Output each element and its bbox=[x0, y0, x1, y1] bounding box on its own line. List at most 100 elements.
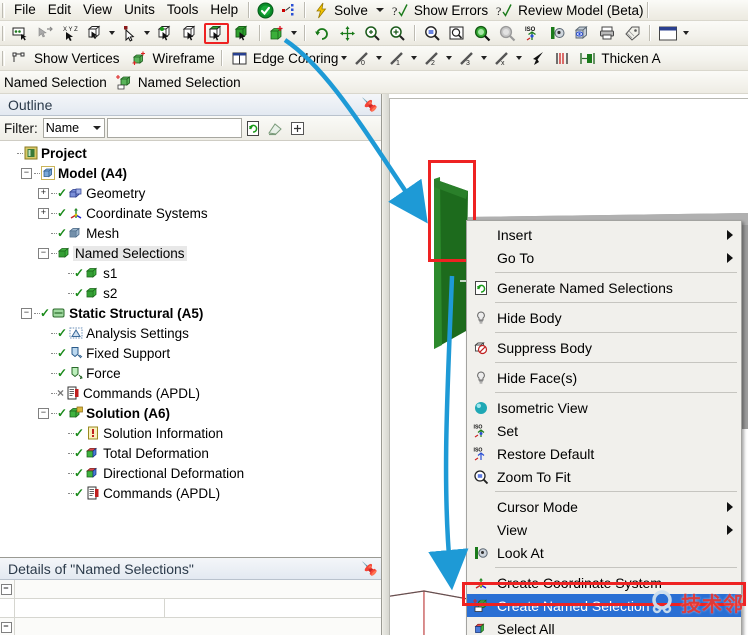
view-cube-icon[interactable] bbox=[571, 23, 594, 44]
context-menu-item-select-all[interactable]: Select All bbox=[467, 617, 741, 635]
show-vertices-icon[interactable] bbox=[9, 48, 32, 69]
details-property-row[interactable] bbox=[0, 599, 381, 618]
edge-coloring-dropdown-icon[interactable] bbox=[341, 56, 348, 60]
edge-thickness-0-icon[interactable]: 0 bbox=[351, 48, 374, 69]
window-color-dropdown-icon[interactable] bbox=[683, 31, 689, 35]
zoom-in-icon[interactable] bbox=[386, 23, 409, 44]
menu-file[interactable]: File bbox=[8, 1, 42, 20]
context-menu[interactable]: Insert Go To Generate Named Selections Hi… bbox=[466, 220, 742, 635]
context-menu-item-go-to[interactable]: Go To bbox=[467, 246, 741, 269]
zoom-region-icon[interactable] bbox=[446, 23, 469, 44]
details-property-value[interactable] bbox=[165, 599, 381, 617]
menu-view[interactable]: View bbox=[77, 1, 118, 20]
menu-units[interactable]: Units bbox=[118, 1, 161, 20]
tree-item-model-a4[interactable]: − Model (A4) bbox=[0, 163, 381, 183]
tree-item-project[interactable]: Project bbox=[0, 143, 381, 163]
edge-thickness-3-icon[interactable]: 3 bbox=[456, 48, 479, 69]
edge-coloring-label[interactable]: Edge Coloring bbox=[252, 51, 341, 66]
context-menu-item-restore-default[interactable]: ISO Restore Default bbox=[467, 442, 741, 465]
pan-icon[interactable] bbox=[336, 23, 359, 44]
tree-item-s2[interactable]: ✓ s2 bbox=[0, 283, 381, 303]
question-check-icon[interactable]: ? bbox=[390, 0, 411, 21]
solve-dropdown-icon[interactable] bbox=[375, 8, 384, 12]
collapse-toggle-icon[interactable]: − bbox=[0, 580, 15, 598]
edge-2-dropdown-icon[interactable] bbox=[446, 56, 453, 60]
iso-view-icon[interactable]: ISO bbox=[521, 23, 544, 44]
toolbar1-grip[interactable] bbox=[2, 25, 5, 41]
named-selection-label[interactable]: Named Selection bbox=[137, 75, 243, 90]
details-group-row[interactable]: − bbox=[0, 618, 381, 635]
select-face-icon[interactable] bbox=[204, 22, 229, 44]
collapse-toggle-icon[interactable]: − bbox=[21, 307, 32, 319]
wireframe-icon[interactable] bbox=[128, 48, 151, 69]
menu-edit[interactable]: Edit bbox=[42, 1, 77, 20]
context-menu-item-generate-named-selections[interactable]: Generate Named Selections bbox=[467, 276, 741, 299]
tree-item-named-selections[interactable]: − Named Selections bbox=[0, 243, 381, 263]
review-model-label[interactable]: Review Model (Beta) bbox=[516, 3, 643, 18]
select-cursor-icon[interactable] bbox=[119, 23, 142, 44]
print-icon[interactable] bbox=[596, 23, 619, 44]
filter-type-select[interactable]: Name bbox=[42, 118, 105, 138]
expand-toggle-icon[interactable]: + bbox=[38, 207, 49, 219]
select-arrow-grey-icon[interactable] bbox=[34, 23, 57, 44]
select-rectangle-icon[interactable] bbox=[9, 23, 32, 44]
expand-icon[interactable] bbox=[288, 118, 308, 138]
filter-search-input[interactable] bbox=[106, 118, 242, 138]
context-menu-item-create-named-selection[interactable]: Create Named Selection bbox=[467, 594, 741, 617]
extend-dropdown-icon[interactable] bbox=[291, 31, 297, 35]
thicken-annotation-icon[interactable] bbox=[576, 48, 599, 69]
tree-item-static-structural-a5[interactable]: − ✓ Static Structural (A5) bbox=[0, 303, 381, 323]
menu-tools[interactable]: Tools bbox=[161, 1, 205, 20]
context-menu-item-suppress-body[interactable]: Suppress Body bbox=[467, 336, 741, 359]
edge-thickness-x-icon[interactable]: x bbox=[491, 48, 514, 69]
undo-icon[interactable] bbox=[311, 23, 334, 44]
context-menu-item-cursor-mode[interactable]: Cursor Mode bbox=[467, 495, 741, 518]
refresh-icon[interactable] bbox=[244, 118, 264, 138]
tree-item-solution-a6[interactable]: − ✓ Solution (A6) bbox=[0, 403, 381, 423]
label-icon[interactable] bbox=[621, 23, 644, 44]
show-errors-label[interactable]: Show Errors bbox=[412, 3, 488, 18]
lightning-icon[interactable] bbox=[311, 0, 332, 21]
thickness-mode-icon[interactable] bbox=[551, 48, 574, 69]
magnifier-grey-icon[interactable] bbox=[496, 23, 519, 44]
solve-label[interactable]: Solve bbox=[333, 3, 371, 18]
arrow-pointer-icon[interactable] bbox=[526, 48, 549, 69]
tree-item-mesh[interactable]: ✓ Mesh bbox=[0, 223, 381, 243]
tree-item-total-deformation[interactable]: ✓ Total Deformation bbox=[0, 443, 381, 463]
select-cursor-dropdown-icon[interactable] bbox=[144, 31, 150, 35]
select-box-dropdown-icon[interactable] bbox=[109, 31, 115, 35]
edge-3-dropdown-icon[interactable] bbox=[481, 56, 488, 60]
show-vertices-label[interactable]: Show Vertices bbox=[33, 51, 122, 66]
pin-icon[interactable]: 📌 bbox=[362, 96, 377, 112]
collapse-toggle-icon[interactable]: − bbox=[38, 247, 49, 259]
look-at-icon[interactable] bbox=[546, 23, 569, 44]
edge-x-dropdown-icon[interactable] bbox=[516, 56, 523, 60]
context-menu-item-isometric-view[interactable]: Isometric View bbox=[467, 396, 741, 419]
edge-0-dropdown-icon[interactable] bbox=[376, 56, 383, 60]
select-edge-icon[interactable] bbox=[179, 23, 202, 44]
tree-item-geometry[interactable]: + ✓ Geometry bbox=[0, 183, 381, 203]
context-menu-item-hide-face-s[interactable]: Hide Face(s) bbox=[467, 366, 741, 389]
zoom-fit-icon[interactable] bbox=[421, 23, 444, 44]
tree-item-coordinate-systems[interactable]: + ✓ Coordinate Systems bbox=[0, 203, 381, 223]
toolbar2-grip[interactable] bbox=[2, 50, 5, 66]
select-body-icon[interactable] bbox=[231, 23, 254, 44]
clear-icon[interactable] bbox=[266, 118, 286, 138]
edge-1-dropdown-icon[interactable] bbox=[411, 56, 418, 60]
tree-item-directional-deformation[interactable]: ✓ Directional Deformation bbox=[0, 463, 381, 483]
select-xyz-icon[interactable]: X Y Z bbox=[59, 23, 82, 44]
context-menu-item-insert[interactable]: Insert bbox=[467, 223, 741, 246]
collapse-toggle-icon[interactable]: − bbox=[21, 167, 32, 179]
select-box-icon[interactable] bbox=[84, 23, 107, 44]
extend-selection-icon[interactable] bbox=[266, 23, 289, 44]
details-pin-icon[interactable]: 📌 bbox=[362, 560, 377, 576]
window-color-icon[interactable] bbox=[656, 23, 681, 44]
tree-item-solution-information[interactable]: ✓ Solution Information bbox=[0, 423, 381, 443]
edge-coloring-icon[interactable] bbox=[228, 48, 251, 69]
menubar-grip[interactable] bbox=[2, 2, 5, 18]
green-check-icon[interactable] bbox=[255, 0, 276, 21]
wireframe-label[interactable]: Wireframe bbox=[152, 51, 217, 66]
tree-item-force[interactable]: ✓ Force bbox=[0, 363, 381, 383]
create-named-selection-icon[interactable] bbox=[113, 72, 136, 93]
context-menu-item-zoom-to-fit[interactable]: Zoom To Fit bbox=[467, 465, 741, 488]
